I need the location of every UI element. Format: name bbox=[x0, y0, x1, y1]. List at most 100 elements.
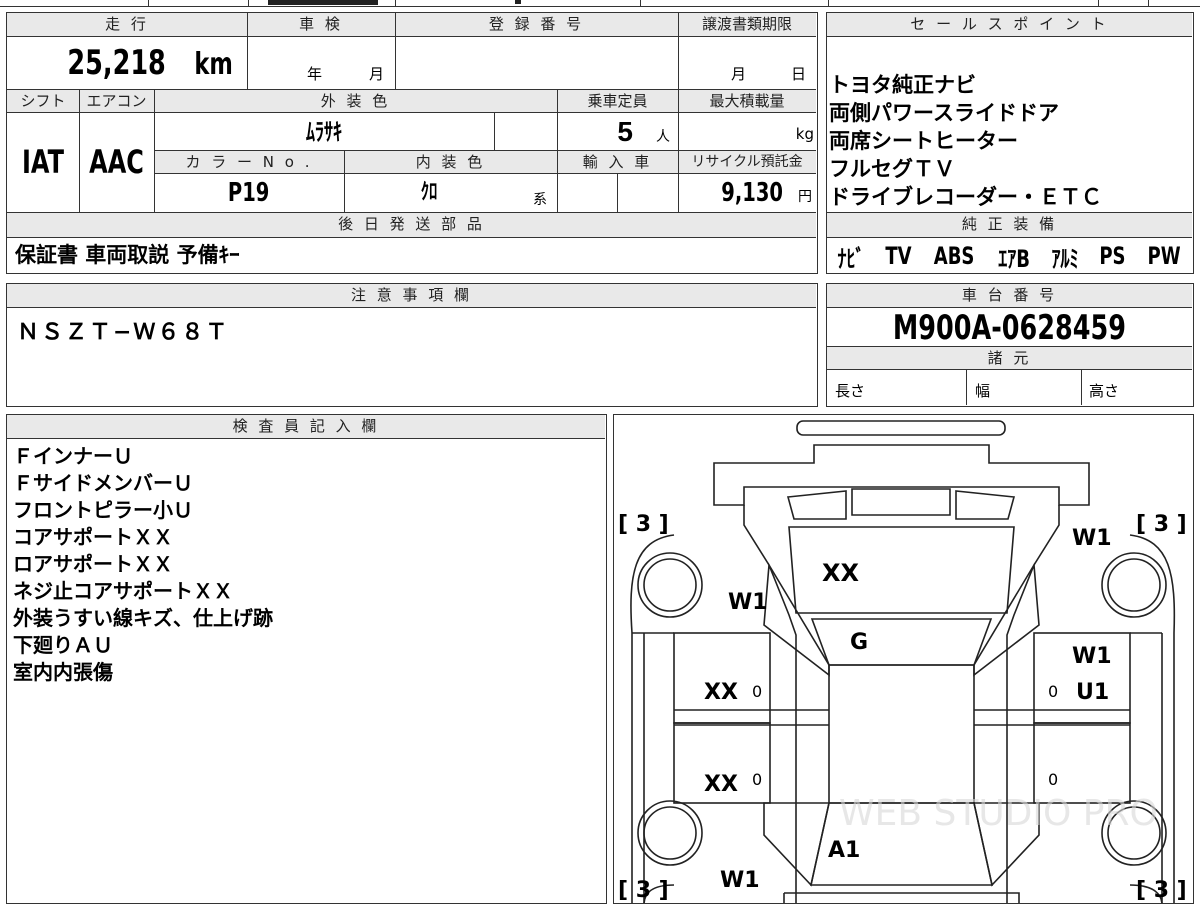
wheel-front-left bbox=[637, 552, 703, 618]
rear-left-door-code: XX bbox=[704, 772, 738, 797]
rear-right-door-mark: 0 bbox=[1048, 770, 1058, 789]
notes-panel: 注 意 事 項 欄 ＮＳＺＴ−Ｗ６８Ｔ bbox=[6, 283, 818, 407]
top-strip bbox=[0, 0, 1200, 8]
front-bumper-bar bbox=[796, 420, 1006, 436]
rear-left-door-mark: 0 bbox=[752, 770, 762, 789]
later-parts-header: 後 日 発 送 部 品 bbox=[7, 213, 816, 237]
mileage-header: 走 行 bbox=[7, 13, 247, 37]
hood-code: G bbox=[850, 630, 868, 655]
tire-front-right-label: [ 3 ] bbox=[1136, 512, 1187, 537]
inspector-item: コアサポートＸＸ bbox=[13, 525, 173, 549]
equipment-item: ｴｱB bbox=[998, 244, 1031, 273]
interior-color-suffix: 系 bbox=[533, 192, 547, 208]
later-parts-value: 保証書 車両取説 予備ｷｰ bbox=[15, 243, 240, 267]
length-label: 長さ bbox=[835, 382, 866, 400]
inspector-item: ロアサポートＸＸ bbox=[13, 552, 173, 576]
recycle-unit: 円 bbox=[798, 189, 812, 205]
max-load-header: 最大積載量 bbox=[678, 90, 816, 112]
equipment-item: TV bbox=[885, 242, 912, 270]
front-left-door-mark: 0 bbox=[752, 682, 762, 701]
front-left-fender-code: W1 bbox=[728, 590, 768, 615]
registration-header: 登 録 番 号 bbox=[395, 13, 678, 37]
chassis-header: 車 台 番 号 bbox=[827, 284, 1192, 308]
interior-color-header: 内 装 色 bbox=[344, 151, 557, 173]
inspector-list: ＦインナーＵ ＦサイドメンバーＵ フロントピラー小Ｕ コアサポートＸＸ ロアサポ… bbox=[13, 443, 273, 686]
chassis-number: M900A-0628459 bbox=[892, 308, 1127, 346]
mileage-unit: km bbox=[194, 47, 233, 82]
transfer-deadline-header: 譲渡書類期限 bbox=[678, 13, 816, 37]
inspector-item: 室内内張傷 bbox=[13, 660, 113, 684]
width-label: 幅 bbox=[975, 382, 991, 400]
wheel-rear-left bbox=[637, 800, 703, 866]
headlight-left bbox=[786, 490, 847, 520]
sales-point-item: 両席シートヒーター bbox=[829, 129, 1018, 153]
tire-front-left-label: [ 3 ] bbox=[618, 512, 669, 537]
color-no-value: P19 bbox=[228, 178, 270, 208]
rear-bumper bbox=[783, 892, 1020, 903]
inspector-item: ＦインナーＵ bbox=[13, 444, 133, 468]
tire-rear-right-label: [ 3 ] bbox=[1136, 878, 1187, 903]
spec-table: 走 行 車 検 登 録 番 号 譲渡書類期限 25,218 km 年 月 月 日… bbox=[6, 12, 818, 274]
notes-header: 注 意 事 項 欄 bbox=[7, 284, 816, 308]
inspector-item: ＦサイドメンバーＵ bbox=[13, 471, 193, 495]
roof-shape bbox=[828, 664, 975, 804]
import-header: 輸 入 車 bbox=[557, 151, 678, 173]
front-right-fender-code: W1 bbox=[1072, 526, 1112, 551]
wheel-front-right bbox=[1101, 552, 1167, 618]
transfer-day-label: 日 bbox=[791, 65, 807, 83]
recycle-value: 9,130 bbox=[720, 178, 783, 208]
aircon-value: AAC bbox=[89, 143, 144, 181]
sales-point-item: フルセグＴＶ bbox=[829, 157, 955, 181]
genuine-equipment-header: 純 正 装 備 bbox=[827, 213, 1192, 237]
notes-value: ＮＳＺＴ−Ｗ６８Ｔ bbox=[17, 320, 230, 345]
sales-points-list: トヨタ純正ナビ 両側パワースライドドア 両席シートヒーター フルセグＴＶ ドライ… bbox=[829, 71, 1189, 211]
max-load-unit: kg bbox=[795, 125, 814, 143]
roof-code: A1 bbox=[828, 838, 860, 863]
equipment-item: PS bbox=[1099, 242, 1126, 270]
inspector-item: 外装うすい線キズ、仕上げ跡 bbox=[13, 606, 273, 630]
sales-points-header: セ ー ル ス ポ イ ン ト bbox=[827, 13, 1192, 37]
inspector-item: 下廻りＡＵ bbox=[13, 633, 113, 657]
genuine-equipment-list: ﾅﾋﾞ TV ABS ｴｱB ｱﾙﾐ PS PW bbox=[827, 239, 1192, 273]
rear-left-quarter-code: W1 bbox=[720, 868, 760, 893]
mileage-cell: 25,218 km bbox=[7, 37, 247, 89]
front-left-door-code: XX bbox=[704, 680, 738, 705]
windshield-code: XX bbox=[822, 559, 860, 587]
interior-color-value: ｸﾛ bbox=[420, 180, 438, 205]
right-sill bbox=[1130, 632, 1175, 903]
sales-point-item: ドライブレコーダー・ＥＴＣ bbox=[829, 185, 1102, 209]
transfer-month-label: 月 bbox=[731, 65, 747, 83]
inspector-item: フロントピラー小Ｕ bbox=[13, 498, 193, 522]
front-right-door-mark: 0 bbox=[1048, 682, 1058, 701]
front-grille bbox=[851, 488, 951, 516]
exterior-color-header: 外 装 色 bbox=[154, 90, 557, 112]
equipment-item: ｱﾙﾐ bbox=[1051, 244, 1079, 273]
inspection-header: 車 検 bbox=[247, 13, 395, 37]
shift-value: IAT bbox=[21, 143, 64, 181]
left-sill bbox=[631, 632, 674, 903]
inspector-item: ネジ止コアサポートＸＸ bbox=[13, 579, 233, 603]
front-right-door-code: W1 bbox=[1072, 644, 1112, 669]
car-diagram-panel: WEB STUDIO PRO [ 3 ] [ 3 ] [ 3 ] [ 3 ] X… bbox=[613, 414, 1194, 904]
recycle-cell: 9,130 円 bbox=[678, 173, 816, 212]
inspection-month-label: 月 bbox=[369, 65, 385, 83]
equipment-item: PW bbox=[1147, 242, 1181, 270]
inspector-header: 検 査 員 記 入 欄 bbox=[7, 415, 605, 439]
capacity-value: 5 bbox=[617, 116, 633, 147]
equipment-item: ﾅﾋﾞ bbox=[837, 244, 865, 273]
inspector-panel: 検 査 員 記 入 欄 ＦインナーＵ ＦサイドメンバーＵ フロントピラー小Ｕ コ… bbox=[6, 414, 607, 904]
shift-header: シフト bbox=[7, 90, 79, 112]
chassis-panel: 車 台 番 号 M900A-0628459 諸 元 長さ 幅 高さ bbox=[826, 283, 1194, 407]
capacity-header: 乗車定員 bbox=[557, 90, 678, 112]
color-no-header: カ ラ ー N o . bbox=[154, 151, 344, 173]
exterior-color-value: ﾑﾗｻｷ bbox=[306, 118, 342, 146]
hood-shape bbox=[810, 618, 993, 666]
specs-header: 諸 元 bbox=[827, 347, 1192, 369]
height-label: 高さ bbox=[1089, 382, 1120, 400]
right-rear-door bbox=[1033, 722, 1131, 804]
sales-point-item: 両側パワースライドドア bbox=[829, 101, 1059, 125]
sales-points-panel: セ ー ル ス ポ イ ン ト トヨタ純正ナビ 両側パワースライドドア 両席シー… bbox=[826, 12, 1194, 274]
aircon-header: エアコン bbox=[79, 90, 154, 112]
front-bumper bbox=[713, 444, 1090, 506]
car-diagram: WEB STUDIO PRO [ 3 ] [ 3 ] [ 3 ] [ 3 ] X… bbox=[618, 420, 1187, 903]
